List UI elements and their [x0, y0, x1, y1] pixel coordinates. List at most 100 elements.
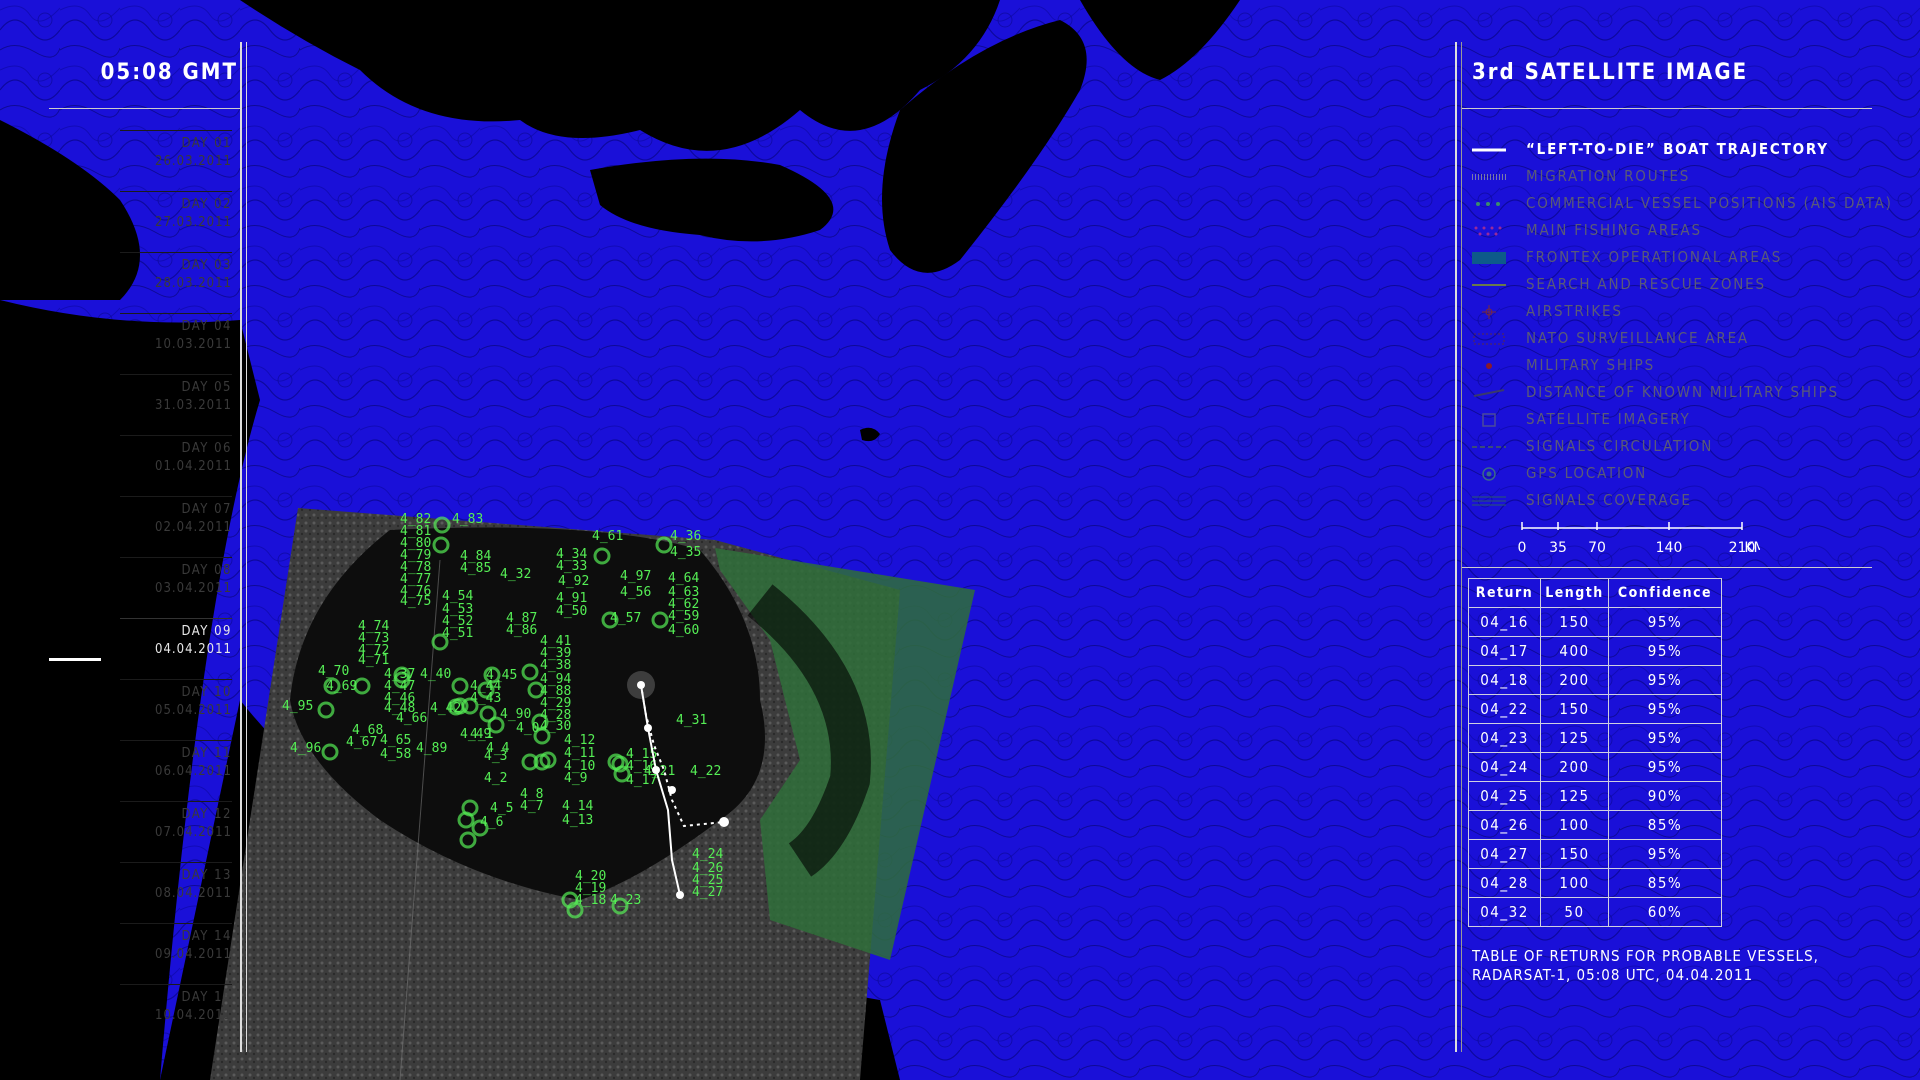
vessel-return-label[interactable]: 4_95: [282, 699, 313, 714]
vessel-return-label[interactable]: 4_50: [556, 604, 587, 619]
day-label: DAY 15: [181, 990, 232, 1005]
timeline-day[interactable]: DAY 02 27.03.2011: [120, 191, 232, 232]
vessel-return-label[interactable]: 4_4: [486, 741, 510, 756]
vessel-return-label[interactable]: 4_60: [668, 623, 699, 638]
vessel-return-label[interactable]: 4_30: [540, 719, 571, 734]
panel-title-divider: [1462, 108, 1872, 109]
timeline-day[interactable]: DAY 08 03.04.2011: [120, 557, 232, 598]
vessel-return-label[interactable]: 4_71: [358, 653, 389, 668]
legend-item[interactable]: SIGNALS CIRCULATION: [1470, 432, 1890, 459]
vessel-return-label[interactable]: 4_22: [690, 764, 721, 779]
vessel-return-label[interactable]: 4_90: [500, 707, 531, 722]
vessel-return-label[interactable]: 4_18: [575, 893, 606, 908]
vessel-return-label[interactable]: 4_0: [516, 721, 539, 736]
timeline-day[interactable]: DAY 05 31.03.2011: [120, 374, 232, 415]
vessel-return-label[interactable]: 4_97: [620, 569, 651, 584]
return-id-cell: 04_27: [1468, 839, 1541, 869]
vessel-return-label[interactable]: 4_75: [400, 594, 431, 609]
day-date: 03.04.2011: [155, 581, 232, 596]
satellite-image[interactable]: [210, 508, 975, 1080]
vessel-return-label[interactable]: 4_38: [540, 658, 571, 673]
day-label: DAY 05: [181, 380, 232, 395]
legend-item[interactable]: NATO SURVEILLANCE AREA: [1470, 324, 1890, 351]
timeline-day[interactable]: DAY 14 09.04.2011: [120, 923, 232, 964]
confidence-cell: 95%: [1608, 839, 1722, 869]
day-date: 08.04.2011: [155, 886, 232, 901]
legend-item[interactable]: GPS LOCATION: [1470, 459, 1890, 486]
vessel-return-label[interactable]: 4_23: [610, 893, 641, 908]
timeline-day[interactable]: DAY 15 10.04.2011: [120, 984, 232, 1025]
vessel-return-label[interactable]: 4_9: [564, 771, 587, 786]
day-label: DAY 07: [181, 502, 232, 517]
legend-item[interactable]: FRONTEX OPERATIONAL AREAS: [1470, 243, 1890, 270]
legend-item[interactable]: MILITARY SHIPS: [1470, 351, 1890, 378]
timeline-day[interactable]: DAY 12 07.04.2011: [120, 801, 232, 842]
vessel-return-label[interactable]: 4_86: [506, 623, 537, 638]
vessel-return-label[interactable]: 4_43: [470, 691, 501, 706]
vessel-return-label[interactable]: 4_59: [668, 609, 699, 624]
vessel-return-label[interactable]: 4_31: [676, 713, 707, 728]
vessel-return-label[interactable]: 4_92: [558, 574, 589, 589]
day-date: 05.04.2011: [155, 703, 232, 718]
scale-tick-0: 0: [1518, 540, 1527, 556]
vessel-return-label[interactable]: 4_70: [318, 664, 349, 679]
vessel-return-label[interactable]: 4_35: [670, 545, 701, 560]
vessel-return-label[interactable]: 4_85: [460, 561, 491, 576]
vessel-return-label[interactable]: 4_36: [670, 529, 701, 544]
legend-item[interactable]: DISTANCE OF KNOWN MILITARY SHIPS: [1470, 378, 1890, 405]
vessel-return-label[interactable]: 4_14: [562, 799, 593, 814]
timeline-day[interactable]: DAY 01 26.03.2011: [120, 130, 232, 171]
vessel-return-label[interactable]: 4_24: [692, 847, 723, 862]
vessel-return-label[interactable]: 4_61: [592, 529, 623, 544]
confidence-cell: 60%: [1608, 897, 1722, 927]
vessel-return-label[interactable]: 4_40: [420, 667, 451, 682]
vessel-return-label[interactable]: 4_83: [452, 512, 483, 527]
legend-item[interactable]: SIGNALS COVERAGE: [1470, 486, 1890, 513]
legend-item[interactable]: SATELLITE IMAGERY: [1470, 405, 1890, 432]
return-id-cell: 04_25: [1468, 781, 1541, 811]
vessel-return-label[interactable]: 4_33: [556, 559, 587, 574]
vessel-return-label[interactable]: 4_5: [490, 801, 513, 816]
timeline-day[interactable]: DAY 10 05.04.2011: [120, 679, 232, 720]
timeline-day[interactable]: DAY 06 01.04.2011: [120, 435, 232, 476]
sar-zone-icon: [1470, 277, 1508, 291]
vessel-return-label[interactable]: 4_7: [520, 799, 543, 814]
vessel-return-label[interactable]: 4_13: [562, 813, 593, 828]
timeline-day[interactable]: DAY 07 02.04.2011: [120, 496, 232, 537]
legend-label: AIRSTRIKES: [1526, 301, 1623, 320]
vessel-return-label[interactable]: 4_57: [610, 611, 641, 626]
vessel-return-label[interactable]: 4_27: [692, 885, 723, 900]
timeline-day[interactable]: DAY 13 08.04.2011: [120, 862, 232, 903]
vessel-return-label[interactable]: 4_96: [290, 741, 321, 756]
timeline-day[interactable]: DAY 03 28.03.2011: [120, 252, 232, 293]
vessel-return-label[interactable]: 4_66: [396, 711, 427, 726]
vessel-return-label[interactable]: 4_32: [500, 567, 531, 582]
confidence-cell: 90%: [1608, 781, 1722, 811]
legend-item[interactable]: MIGRATION ROUTES: [1470, 162, 1890, 189]
vessel-return-label[interactable]: 4_1: [470, 727, 493, 742]
vessel-return-label[interactable]: 4_2: [484, 771, 507, 786]
table-row: 04_32 50 60%: [1468, 897, 1722, 927]
confidence-cell: 95%: [1608, 694, 1722, 724]
legend-item[interactable]: “LEFT-TO-DIE” BOAT TRAJECTORY: [1470, 135, 1890, 162]
vessel-return-label[interactable]: 4_65: [380, 733, 411, 748]
legend-item[interactable]: AIRSTRIKES: [1470, 297, 1890, 324]
return-id-cell: 04_26: [1468, 810, 1541, 840]
vessel-return-label[interactable]: 4_6: [480, 815, 503, 830]
timeline-day[interactable]: DAY 11 06.04.2011: [120, 740, 232, 781]
vessel-return-label[interactable]: 4_51: [442, 626, 473, 641]
vessel-return-label[interactable]: 4_58: [380, 747, 411, 762]
vessel-return-label[interactable]: 4_89: [416, 741, 447, 756]
legend-item[interactable]: SEARCH AND RESCUE ZONES: [1470, 270, 1890, 297]
legend-item[interactable]: MAIN FISHING AREAS: [1470, 216, 1890, 243]
vessel-return-label[interactable]: 4_67: [346, 735, 377, 750]
vessel-return-label[interactable]: 4_69: [326, 679, 357, 694]
timeline-day[interactable]: DAY 09 04.04.2011: [120, 618, 232, 659]
length-cell: 150: [1540, 607, 1609, 637]
timeline-day[interactable]: DAY 04 10.03.2011: [120, 313, 232, 354]
vessel-return-label[interactable]: 4_64: [668, 571, 699, 586]
vessel-return-label[interactable]: 4_56: [620, 585, 651, 600]
legend-item[interactable]: COMMERCIAL VESSEL POSITIONS (AIS DATA): [1470, 189, 1891, 216]
vessel-returns-table: Return Length Confidence 04_16 150 95% 04_1…: [1468, 578, 1722, 927]
vessel-return-label[interactable]: 4_42: [430, 701, 461, 716]
